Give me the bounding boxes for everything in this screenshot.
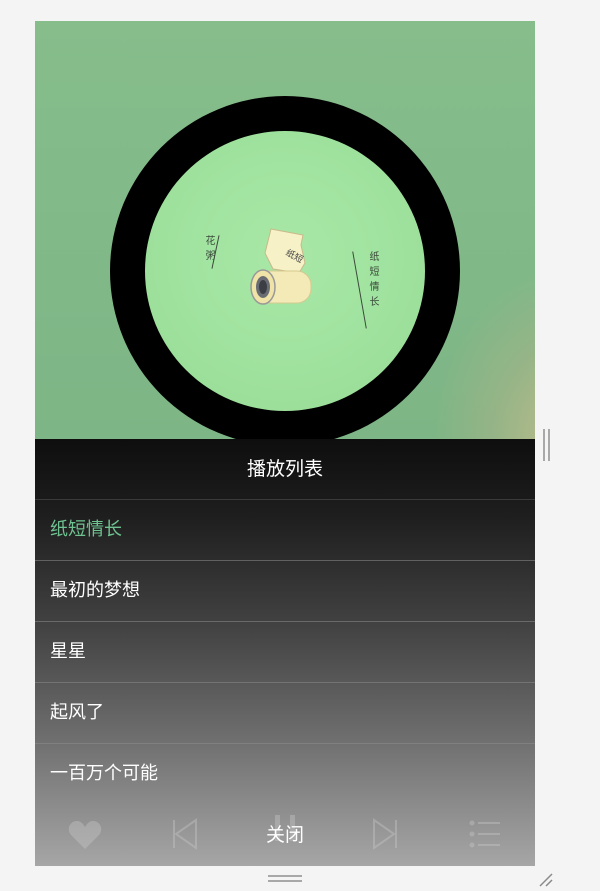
playlist-item[interactable]: 起风了 [35, 683, 535, 744]
resize-handle-icon[interactable] [538, 872, 554, 888]
playlist-title: 播放列表 [35, 439, 535, 500]
playlist-panel: 播放列表 纸短情长 最初的梦想 星星 起风了 一百万个可能 关闭 [35, 439, 535, 866]
playlist-item[interactable]: 星星 [35, 622, 535, 683]
record-label: 花粥 纸短情长 纸短 [145, 131, 425, 411]
paper-scroll-icon: 纸短 [250, 228, 312, 305]
playlist-item[interactable]: 一百万个可能 [35, 744, 535, 805]
player-controls: 关闭 [35, 804, 535, 866]
playlist-item[interactable]: 最初的梦想 [35, 561, 535, 622]
vinyl-record: 花粥 纸短情长 纸短 [110, 96, 460, 446]
playlist-item[interactable]: 纸短情长 [35, 500, 535, 561]
scrollbar-handle[interactable] [543, 429, 551, 461]
record-title-text: 纸短情长 [367, 251, 378, 311]
drag-handle[interactable] [268, 875, 302, 885]
player-window: 花粥 纸短情长 纸短 播放列表 纸短情长 最初的梦想 星星 起风了 一百万个可能 [35, 21, 535, 866]
close-playlist-button[interactable]: 关闭 [35, 804, 535, 866]
